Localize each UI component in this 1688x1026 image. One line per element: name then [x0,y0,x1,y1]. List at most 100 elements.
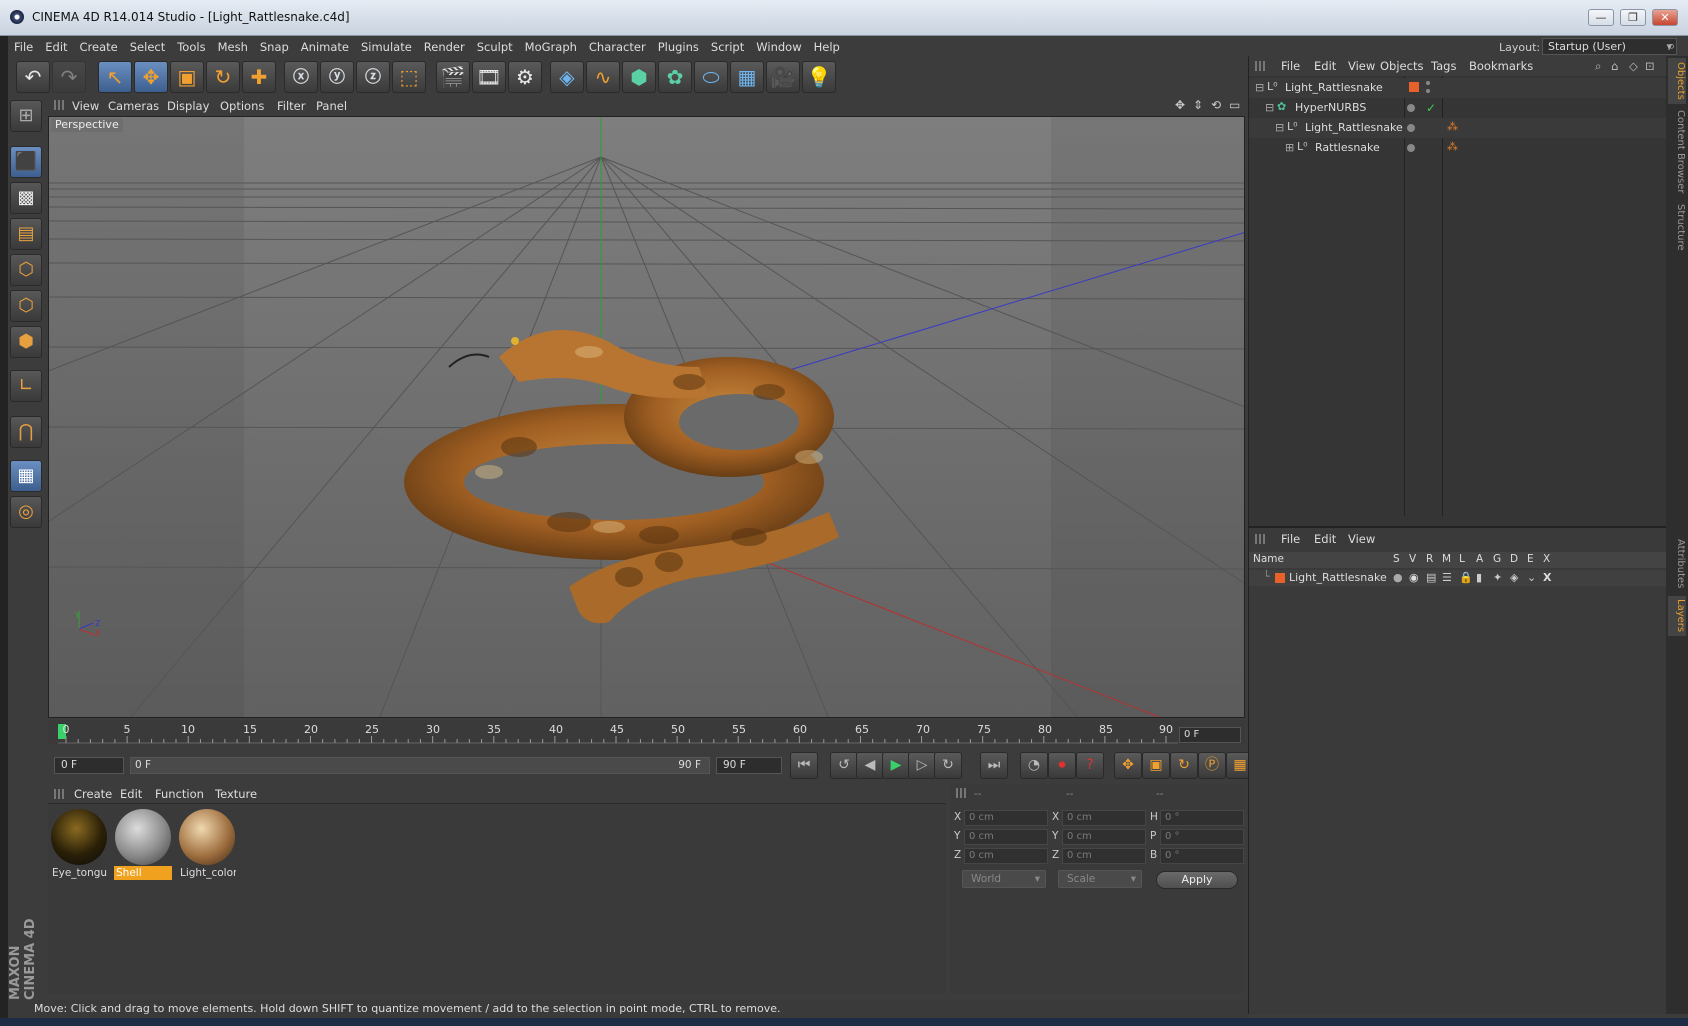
coordinate-system-icon[interactable]: ⬚ [392,61,426,93]
undo-icon[interactable]: ↶ [16,61,50,93]
prev-frame-icon[interactable]: ◀ [856,752,884,779]
collapse-icon[interactable]: ⊟ [1255,81,1264,94]
object-row[interactable]: ⊞ L⁰ Rattlesnake ⁂ [1249,138,1667,158]
tab-layers[interactable]: Layers [1668,596,1686,636]
panel-grip-icon[interactable] [956,788,966,798]
layer-color-swatch[interactable] [1275,573,1285,583]
search-icon[interactable]: ⌕ [1595,59,1601,74]
xref-icon[interactable]: X [1543,571,1551,584]
model-mode-icon[interactable]: ⬛ [10,146,42,178]
menu-tools[interactable]: Tools [171,36,211,58]
obj-menu-bookmarks[interactable]: Bookmarks [1469,59,1533,73]
vp-menu-options[interactable]: Options [220,99,264,113]
panel-grip-icon[interactable] [1255,61,1265,71]
viewport-camera-label[interactable]: Perspective [51,118,123,132]
menu-render[interactable]: Render [418,36,471,58]
tab-structure[interactable]: Structure [1668,200,1686,254]
menu-mograph[interactable]: MoGraph [519,36,583,58]
workplane-lock-icon[interactable]: ▦ [10,460,42,492]
record-keys-icon[interactable]: ◔ [1020,752,1048,779]
mat-menu-texture[interactable]: Texture [215,787,257,801]
panel-grip-icon[interactable] [54,789,64,799]
visibility-dot[interactable] [1407,144,1415,152]
deformer-icon[interactable]: ⬭ [694,61,728,93]
collapse-icon[interactable]: ⊟ [1275,121,1284,134]
col-deformers[interactable]: D [1510,553,1518,565]
range-end-field[interactable]: 90 F [716,757,782,774]
col-generators[interactable]: G [1493,553,1501,565]
minimize-button[interactable]: — [1588,9,1614,26]
maximize-view-icon[interactable]: ▭ [1229,98,1240,112]
menu-window[interactable]: Window [750,36,807,58]
points-mode-icon[interactable]: ⬡ [10,254,42,286]
render-view-icon[interactable]: 🎬 [436,61,470,93]
current-frame-field[interactable]: 0 F [54,757,124,774]
light-icon[interactable]: 💡 [802,61,836,93]
manager-list-icon[interactable]: ☰ [1442,571,1452,584]
menu-simulate[interactable]: Simulate [355,36,418,58]
layer-menu-file[interactable]: File [1281,532,1300,546]
back-icon[interactable]: ◇ [1629,59,1638,73]
view-eye-icon[interactable]: ◉ [1409,571,1419,584]
new-panel-icon[interactable]: ⊡ [1645,59,1655,73]
obj-menu-tags[interactable]: Tags [1431,59,1456,73]
col-animation[interactable]: A [1476,553,1483,565]
zoom-view-icon[interactable]: ⇕ [1193,98,1203,112]
layer-menu-view[interactable]: View [1348,532,1375,546]
play-icon[interactable]: ▶ [882,752,910,779]
render-clapper-icon[interactable]: ▤ [1426,571,1436,584]
restore-button[interactable]: ❐ [1620,9,1646,26]
material-tag-icon[interactable]: ⁂ [1447,140,1458,153]
material-eye-tongue[interactable]: Eye_tongu [50,808,108,882]
tab-objects[interactable]: Objects [1668,58,1686,104]
rotation-b-field[interactable]: 0 ° [1160,848,1244,864]
z-axis-lock-icon[interactable]: ⓩ [356,61,390,93]
animation-icon[interactable]: ▮ [1476,571,1482,584]
apply-button[interactable]: Apply [1156,871,1238,889]
size-y-field[interactable]: 0 cm [1062,829,1146,845]
home-icon[interactable]: ⌂ [1611,59,1618,73]
next-key-icon[interactable]: ↻ [934,752,962,779]
tab-attributes[interactable]: Attributes [1668,536,1686,592]
vp-menu-display[interactable]: Display [167,99,209,113]
next-frame-icon[interactable]: ▷ [908,752,936,779]
rotation-h-field[interactable]: 0 ° [1160,810,1244,826]
layer-row[interactable]: └ Light_Rattlesnake ● ◉ ▤ ☰ 🔒 ▮ ✦ ◈ ⌄ X [1249,570,1667,586]
rotation-p-field[interactable]: 0 ° [1160,829,1244,845]
subdivision-surface-icon[interactable]: ⬢ [622,61,656,93]
panel-grip-icon[interactable] [1255,534,1265,544]
solo-dot-icon[interactable]: ● [1393,571,1403,584]
key-scale-icon[interactable]: ▣ [1142,752,1170,779]
col-solo[interactable]: S [1393,553,1400,565]
object-row[interactable]: ⊟ L⁰ Light_Rattlesnake ⁂ [1249,118,1667,138]
edges-mode-icon[interactable]: ⬡ [10,290,42,322]
vp-menu-panel[interactable]: Panel [316,99,347,113]
col-render[interactable]: R [1426,553,1433,565]
menu-character[interactable]: Character [583,36,652,58]
menu-create[interactable]: Create [74,36,124,58]
prev-key-icon[interactable]: ↺ [830,752,858,779]
menu-plugins[interactable]: Plugins [652,36,705,58]
move-tool-icon[interactable]: ✥ [134,61,168,93]
layout-dropdown[interactable]: Startup (User) ▾ [1542,38,1677,55]
generator-icon[interactable]: ✦ [1493,571,1502,584]
lock-icon[interactable]: 🔒 [1459,571,1473,584]
render-settings-icon[interactable]: ⚙ [508,61,542,93]
menu-help[interactable]: Help [808,36,846,58]
vp-menu-filter[interactable]: Filter [277,99,305,113]
array-icon[interactable]: ✿ [658,61,692,93]
timeline-ruler[interactable]: 0 5 10 15 20 25 30 35 40 45 50 55 60 65 … [48,720,1245,744]
material-tag-icon[interactable]: ⁂ [1447,120,1458,133]
redo-icon[interactable]: ↷ [52,61,86,93]
axis-mode-icon[interactable]: ∟ [10,370,42,402]
position-x-field[interactable]: 0 cm [964,810,1048,826]
menu-select[interactable]: Select [124,36,171,58]
enabled-check-icon[interactable]: ✓ [1426,101,1436,115]
timeline-end-frame-field[interactable]: 0 F [1179,727,1241,743]
scale-tool-icon[interactable]: ▣ [170,61,204,93]
mat-menu-edit[interactable]: Edit [120,787,142,801]
frame-range-slider[interactable]: 0 F 90 F [130,757,710,774]
key-position-icon[interactable]: ✥ [1114,752,1142,779]
perspective-viewport[interactable]: Perspective Y X Z [48,116,1245,718]
object-row[interactable]: ⊟ L⁰ Light_Rattlesnake [1249,78,1667,98]
